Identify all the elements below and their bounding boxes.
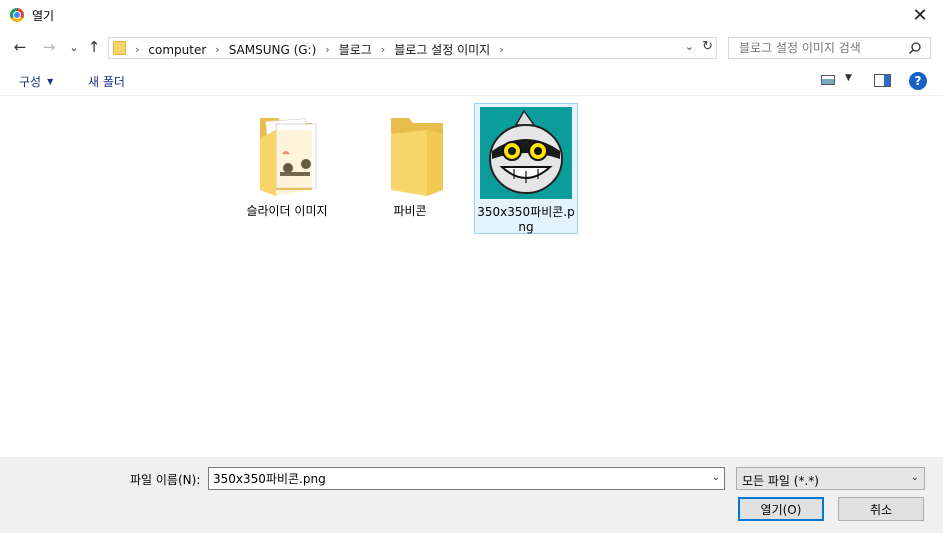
caret-down-icon: ▼ [47,77,54,86]
view-caret-down-icon[interactable]: ▼ [845,73,852,83]
search-icon[interactable] [908,41,922,55]
view-options-icon[interactable] [821,75,835,85]
dialog-footer: 파일 이름(N): ⌄ 모든 파일 (*.*) ⌄ 열기(O) 취소 [0,457,943,533]
folder-icon [260,118,317,196]
file-name: 슬라이더 이미지 [246,204,328,218]
filename-combobox: ⌄ [208,467,725,490]
items-view: 슬라이더 이미지 파비콘 350x350파비콘.png [230,97,943,457]
favicon-image-thumbnail [480,107,572,199]
breadcrumb-separator[interactable]: › [131,43,148,56]
address-bar[interactable]: › computer › SAMSUNG (G:) › 블로그 › 블로그 설정… [108,37,717,59]
file-name: 파비콘 [393,204,427,218]
back-button[interactable]: ← [11,38,29,56]
close-button[interactable]: ✕ [897,0,943,31]
folder-icon [391,118,443,196]
refresh-icon[interactable]: ↻ [702,39,713,54]
folder-icon [113,41,126,55]
chrome-icon [10,8,24,22]
file-item-slider-images-folder[interactable]: 슬라이더 이미지 [235,105,339,219]
file-type-filter-select[interactable]: 모든 파일 (*.*) ⌄ [736,467,925,490]
arrow-up-icon: ↑ [87,38,101,56]
up-button[interactable]: ↑ [85,38,103,56]
search-box [728,37,931,59]
arrow-left-icon: ← [13,38,27,56]
breadcrumb-separator[interactable]: › [316,43,338,56]
breadcrumb-drive[interactable]: SAMSUNG (G:) [229,43,317,57]
chevron-down-icon: ⌄ [910,472,919,483]
recent-locations-button[interactable]: ⌄ [65,38,83,56]
breadcrumb-separator[interactable]: › [206,43,228,56]
file-item-favicon-png[interactable]: 350x350파비콘.png [474,103,578,234]
breadcrumb-blog-images[interactable]: 블로그 설정 이미지 [394,41,490,58]
breadcrumb-computer[interactable]: computer [148,43,206,57]
navigation-bar: ← → ⌄ ↑ › computer › SAMSUNG (G:) › 블로그 … [0,31,943,64]
forward-button[interactable]: → [40,38,58,56]
chevron-down-icon: ⌄ [69,40,79,54]
breadcrumb-blog[interactable]: 블로그 [339,41,372,58]
arrow-right-icon: → [42,38,56,56]
organize-label: 구성 [19,75,42,89]
file-item-favicon-folder[interactable]: 파비콘 [358,105,462,219]
title-bar: 열기 ✕ [0,0,943,31]
breadcrumb-separator[interactable]: › [372,43,394,56]
organize-button[interactable]: 구성 ▼ [19,73,53,90]
breadcrumb: › computer › SAMSUNG (G:) › 블로그 › 블로그 설정… [131,41,513,58]
cancel-button[interactable]: 취소 [838,497,924,521]
command-bar: 구성 ▼ 새 폴더 ▼ ? [0,64,943,96]
help-icon[interactable]: ? [909,72,927,90]
file-type-filter-value: 모든 파일 (*.*) [742,474,819,488]
breadcrumb-separator[interactable]: › [490,43,512,56]
new-folder-label: 새 폴더 [88,75,125,89]
search-input[interactable] [729,38,904,58]
address-dropdown-icon[interactable]: ⌄ [685,40,694,53]
close-icon: ✕ [912,5,928,26]
window-title: 열기 [32,9,55,23]
open-button[interactable]: 열기(O) [738,497,824,521]
preview-pane-icon[interactable] [874,74,891,87]
new-folder-button[interactable]: 새 폴더 [88,73,125,90]
filename-label: 파일 이름(N): [130,473,201,487]
chevron-down-icon[interactable]: ⌄ [712,472,720,483]
filename-input[interactable] [209,468,704,489]
file-name: 350x350파비콘.png [477,205,575,234]
file-list-area: 슬라이더 이미지 파비콘 350x350파비콘.png [0,97,943,457]
